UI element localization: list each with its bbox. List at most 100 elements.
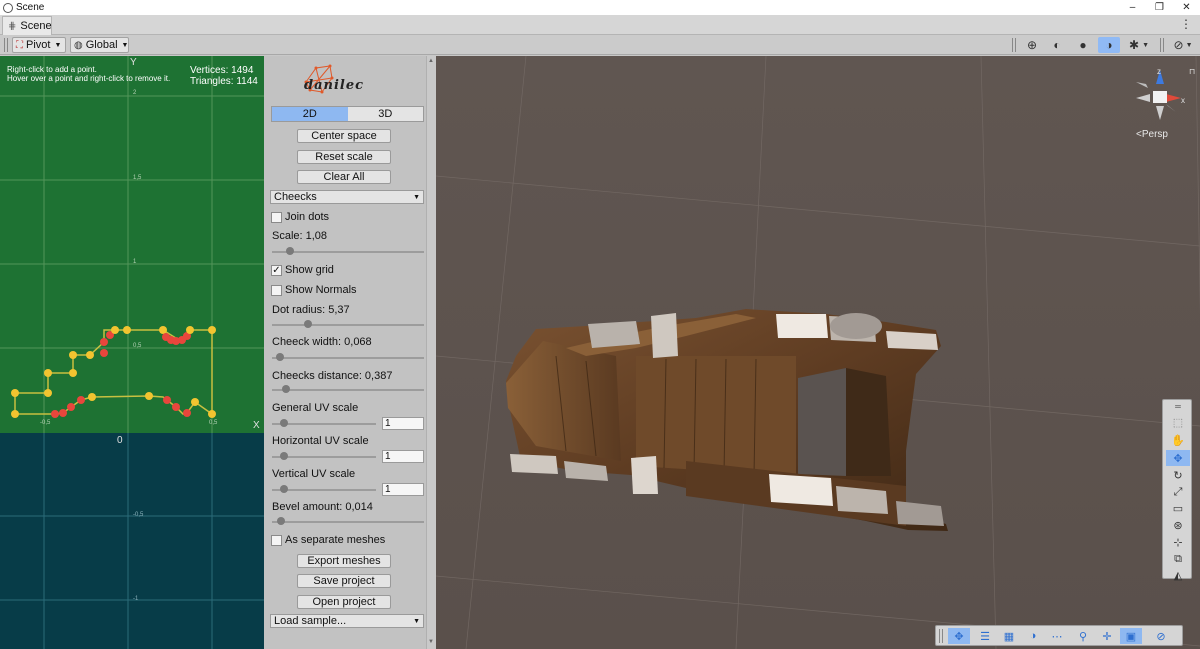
mode-3d-button[interactable]: 3D [347,107,423,121]
open-project-button[interactable]: Open project [297,595,391,609]
join-dots-checkbox[interactable]: Join dots [271,211,329,223]
camera-icon[interactable]: ⊘ ▼ [1168,37,1198,53]
move-tool-icon[interactable]: ✥ [1166,450,1190,466]
show-normals-checkbox[interactable]: Show Normals [271,284,357,296]
compass-icon[interactable]: ⊘ [1150,628,1172,644]
load-sample-select[interactable]: Load sample... ▼ [270,614,424,628]
shape-point [59,409,67,417]
horizontal-uv-slider[interactable] [272,452,376,462]
close-button[interactable]: ✕ [1173,2,1200,13]
slider-thumb[interactable] [304,320,313,328]
toolbar-grip[interactable] [4,38,8,52]
rotate-tool-icon[interactable]: ↻ [1166,467,1190,483]
minimize-button[interactable]: – [1119,2,1146,13]
toolbar-grip[interactable] [1160,38,1164,52]
horizontal-uv-input[interactable]: 1 [382,450,424,463]
slider-thumb[interactable] [280,485,288,493]
shaded-sphere-icon[interactable]: ◐ [1046,37,1068,53]
tick-label: -1 [133,596,139,602]
vertical-uv-input[interactable]: 1 [382,483,424,496]
shape-point [145,392,153,400]
bevel-amount-slider[interactable] [272,517,424,527]
gizmo-icon[interactable]: ✱ ▼ [1124,37,1154,53]
shape-editor-2d[interactable]: Right-click to add a point. Hover over a… [0,56,264,649]
global-icon: ◍ [74,39,83,51]
slider-thumb[interactable] [286,247,295,255]
pivot-dropdown[interactable]: ⛶ Pivot ▼ [12,37,66,53]
general-uv-label: General UV scale [272,402,359,414]
global-dropdown[interactable]: ◍ Global ▼ [70,37,129,53]
perspective-text: Persp [1141,129,1168,140]
toolbar-grip[interactable] [1012,38,1016,52]
slider-thumb[interactable] [277,517,286,525]
save-project-button[interactable]: Save project [297,574,391,588]
shape-point [163,396,171,404]
general-uv-slider[interactable] [272,419,376,429]
pattern-select[interactable]: Cheecks ▼ [270,190,424,204]
component-tool-icon[interactable]: ⧉ [1166,551,1190,567]
export-meshes-button[interactable]: Export meshes [297,554,391,568]
pan-icon[interactable]: ✛ [1096,628,1118,644]
more-menu-icon[interactable]: ⋮ [1180,17,1192,31]
checkbox-box[interactable] [271,534,282,546]
hand-tool-icon[interactable]: ✋ [1166,432,1190,448]
scroll-down-icon[interactable]: ▼ [428,639,434,645]
perspective-label[interactable]: <Persp [1136,129,1168,140]
center-space-button[interactable]: Center space [297,129,391,143]
viewport-canvas[interactable]: z x ⊓ [436,56,1200,649]
checkbox-box[interactable] [271,211,282,223]
snap-icon[interactable]: ☰ [974,628,996,644]
pivot-label: Pivot [26,39,51,51]
mode-2d-button[interactable]: 2D [272,107,348,121]
chevron-down-icon: ▼ [121,41,129,49]
overlay-grip-icon[interactable]: ═ [1166,402,1190,411]
scene-view: Right-click to add a point. Hover over a… [0,56,1200,649]
globe-icon[interactable]: ⊕ [1021,37,1043,53]
vertical-uv-slider[interactable] [272,485,376,495]
slider-thumb[interactable] [281,385,290,393]
cheeck-width-slider[interactable] [272,353,424,363]
editor-canvas[interactable] [0,56,264,649]
skybox-icon[interactable]: ◑ [1098,37,1120,53]
toolbar-grip[interactable] [939,629,943,643]
checkbox-checked[interactable]: ✓ [271,264,282,276]
tab-scene[interactable]: ⋕ Scene [2,16,52,35]
shading-icon[interactable]: ◑ [1022,628,1044,644]
checkbox-box[interactable] [271,284,282,296]
sphere-icon[interactable]: ● [1072,37,1094,53]
scale-tool-icon[interactable]: ⤢ [1166,484,1190,500]
view-tool-icon[interactable]: ⬚ [1166,414,1190,430]
shape-point [44,369,52,377]
layers-icon[interactable]: ⋯ [1046,628,1068,644]
slider-thumb[interactable] [280,419,288,427]
panel-scrollbar[interactable]: ▲ ▼ [426,56,436,649]
pattern-select-value: Cheecks [274,191,317,203]
general-uv-input[interactable]: 1 [382,417,424,430]
scale-slider[interactable] [272,247,424,257]
terrain-tool-icon[interactable]: ◭ [1166,567,1190,583]
transform-tool-icon[interactable]: ⊛ [1166,517,1190,533]
camera-overlay-icon[interactable]: ▣ [1120,628,1142,644]
shape-point [51,410,59,418]
shape-point [11,410,19,418]
rect-tool-icon[interactable]: ▭ [1166,500,1190,516]
tick-label: 1 [133,259,137,265]
grid-snap-icon[interactable]: ▦ [998,628,1020,644]
scroll-up-icon[interactable]: ▲ [428,58,434,64]
viewport-3d[interactable]: z x ⊓ <Persp ═ ⬚ ✋ ✥ ↻ ⤢ ▭ ⊛ ⊹ ⧉ ◭ ✥ ☰ ▦… [436,56,1200,649]
slider-thumb[interactable] [280,452,288,460]
restore-button[interactable]: ❐ [1146,2,1173,13]
separate-meshes-checkbox[interactable]: As separate meshes [271,534,385,546]
gizmo-lock-icon: ⊓ [1189,67,1195,76]
global-label: Global [85,39,118,51]
show-grid-checkbox[interactable]: ✓ Show grid [271,264,334,276]
clear-all-button[interactable]: Clear All [297,170,391,184]
move-icon[interactable]: ✥ [948,628,970,644]
zoom-icon[interactable]: ⚲ [1072,628,1094,644]
grid-icon: ⋕ [8,20,17,32]
slider-thumb[interactable] [275,353,284,361]
reset-scale-button[interactable]: Reset scale [297,150,391,164]
dot-radius-slider[interactable] [272,320,424,330]
custom-tool-icon[interactable]: ⊹ [1166,534,1190,550]
cheecks-distance-slider[interactable] [272,385,424,395]
